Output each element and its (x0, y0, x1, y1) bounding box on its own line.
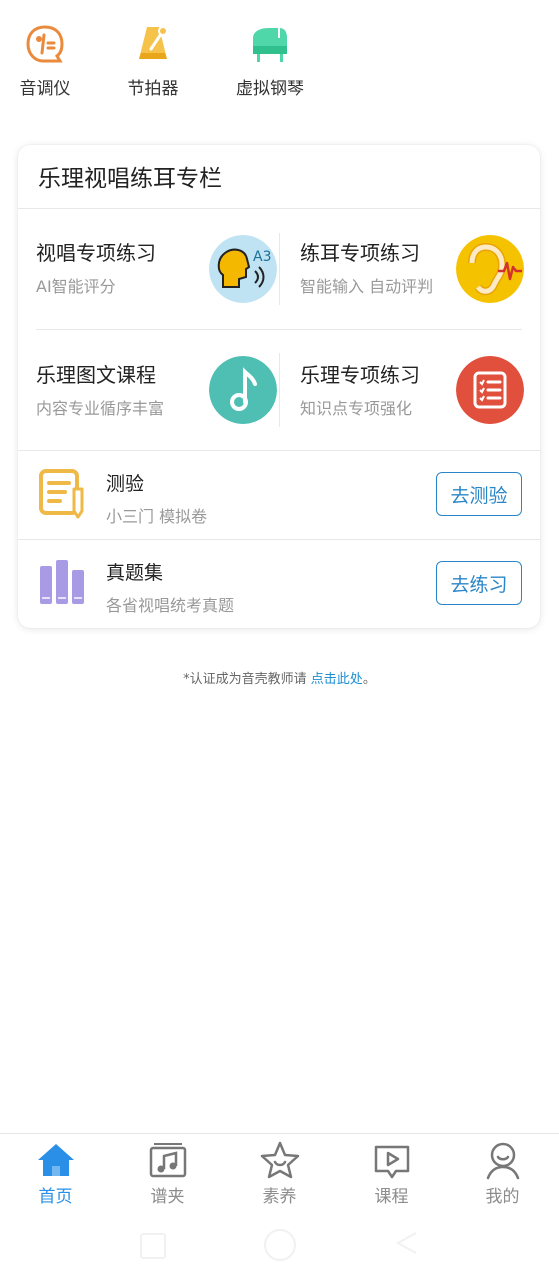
tab-score-folder[interactable]: 谱夹 (112, 1140, 223, 1207)
tool-shortcuts: 音调仪 节拍器 虚拟钢琴 (0, 0, 559, 110)
tab-mine-label: 我的 (485, 1187, 520, 1207)
go-quiz-button[interactable]: 去测验 (436, 472, 522, 516)
quiz-title: 测验 (106, 473, 145, 495)
tuner-icon (0, 22, 95, 66)
past-papers-subtitle: 各省视唱统考真题 (106, 596, 235, 615)
tab-home-label: 首页 (38, 1187, 73, 1207)
music-theory-card: 乐理视唱练耳专栏 视唱专项练习 AI智能评分 A3 练耳专项练习 智能输入 自动… (18, 145, 540, 628)
divider (18, 208, 540, 209)
tab-score-folder-label: 谱夹 (150, 1187, 185, 1207)
virtual-piano-label: 虚拟钢琴 (236, 79, 304, 99)
theory-practice-subtitle: 知识点专项强化 (300, 399, 413, 418)
svg-text:A3: A3 (253, 249, 271, 265)
sight-singing-icon: A3 (209, 235, 277, 303)
sight-singing-subtitle: AI智能评分 (36, 277, 116, 296)
sight-singing-title: 视唱专项练习 (36, 241, 156, 265)
virtual-piano-button[interactable]: 虚拟钢琴 (220, 22, 320, 99)
home-icon (0, 1140, 111, 1180)
theory-course-subtitle: 内容专业循序丰富 (36, 399, 165, 418)
ear-training-icon (456, 235, 524, 303)
divider (36, 329, 522, 330)
metronome-label: 节拍器 (127, 79, 179, 99)
home-nav-icon[interactable] (264, 1229, 296, 1261)
card-title: 乐理视唱练耳专栏 (38, 166, 222, 192)
profile-icon (447, 1140, 558, 1180)
sight-singing-practice[interactable]: 视唱专项练习 AI智能评分 A3 (36, 235, 284, 347)
tab-mine[interactable]: 我的 (447, 1140, 558, 1207)
tuner-button[interactable]: 音调仪 (0, 22, 95, 99)
quiz-row[interactable]: 测验 小三门 模拟卷 去测验 (18, 451, 540, 539)
past-papers-row[interactable]: 真题集 各省视唱统考真题 去练习 (18, 540, 540, 628)
score-folder-icon (112, 1140, 223, 1180)
metronome-icon (103, 22, 203, 66)
music-note-icon (209, 356, 277, 424)
note-suffix: 。 (362, 672, 376, 687)
ear-training-subtitle: 智能输入 自动评判 (300, 277, 434, 296)
system-nav-bar (0, 1213, 559, 1280)
star-icon (224, 1140, 335, 1180)
teacher-cert-note: *认证成为音壳教师请 点击此处。 (0, 668, 559, 687)
metronome-button[interactable]: 节拍器 (103, 22, 203, 99)
recent-apps-icon[interactable] (140, 1233, 166, 1259)
theory-practice-title: 乐理专项练习 (300, 363, 420, 387)
ear-training-title: 练耳专项练习 (300, 241, 420, 265)
tuner-label: 音调仪 (19, 79, 71, 99)
theory-course-title: 乐理图文课程 (36, 363, 156, 387)
go-practice-button[interactable]: 去练习 (436, 561, 522, 605)
divider (279, 353, 280, 427)
past-papers-title: 真题集 (106, 562, 164, 584)
click-here-link[interactable]: 点击此处 (311, 672, 363, 687)
ear-training-practice[interactable]: 练耳专项练习 智能输入 自动评判 (300, 235, 548, 347)
divider (279, 233, 280, 305)
books-icon (38, 556, 86, 608)
quiz-subtitle: 小三门 模拟卷 (106, 507, 208, 526)
tab-literacy-label: 素养 (262, 1187, 297, 1207)
list-icon (456, 356, 524, 424)
tab-courses-label: 课程 (374, 1187, 409, 1207)
tab-courses[interactable]: 课程 (336, 1140, 447, 1207)
note-text: *认证成为音壳教师请 (183, 672, 311, 687)
tab-home[interactable]: 首页 (0, 1140, 111, 1207)
tab-literacy[interactable]: 素养 (224, 1140, 335, 1207)
bottom-tab-bar: 首页 谱夹 素养 课程 我的 (0, 1133, 559, 1214)
piano-icon (220, 22, 320, 66)
quiz-icon (38, 467, 86, 519)
video-course-icon (336, 1140, 447, 1180)
back-icon[interactable] (394, 1231, 418, 1259)
